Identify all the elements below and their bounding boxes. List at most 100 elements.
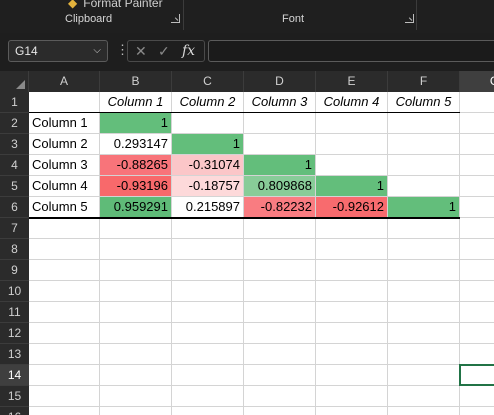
row-header-8[interactable]: 8 [0,239,29,260]
cell-g5[interactable] [460,176,494,197]
column-header-f[interactable]: F [388,71,460,92]
cell-b9[interactable] [100,260,172,281]
cell-e2[interactable] [316,113,388,134]
cell-c15[interactable] [172,386,244,407]
cell-g12[interactable] [460,323,494,344]
column-header-g[interactable]: G [460,71,494,92]
row-header-3[interactable]: 3 [0,134,29,155]
cell-d6[interactable]: -0.82232 [244,197,316,218]
cell-c5[interactable]: -0.18757 [172,176,244,197]
cell-f8[interactable] [388,239,460,260]
cell-g6[interactable] [460,197,494,218]
cell-e5[interactable]: 1 [316,176,388,197]
row-header-11[interactable]: 11 [0,302,29,323]
cell-c9[interactable] [172,260,244,281]
row-header-2[interactable]: 2 [0,113,29,134]
cell-g8[interactable] [460,239,494,260]
select-all-button[interactable] [0,71,29,92]
cell-a13[interactable] [29,344,100,365]
cell-e9[interactable] [316,260,388,281]
cell-a14[interactable] [29,365,100,386]
cell-f3[interactable] [388,134,460,155]
cell-d9[interactable] [244,260,316,281]
cell-b5[interactable]: -0.93196 [100,176,172,197]
cell-b10[interactable] [100,281,172,302]
cell-b16[interactable] [100,407,172,415]
cell-g10[interactable] [460,281,494,302]
row-header-12[interactable]: 12 [0,323,29,344]
column-header-b[interactable]: B [100,71,172,92]
cell-g7[interactable] [460,218,494,239]
cell-c14[interactable] [172,365,244,386]
cell-b15[interactable] [100,386,172,407]
cell-a8[interactable] [29,239,100,260]
cell-d12[interactable] [244,323,316,344]
cell-c10[interactable] [172,281,244,302]
cell-f10[interactable] [388,281,460,302]
cell-b8[interactable] [100,239,172,260]
row-header-15[interactable]: 15 [0,386,29,407]
cell-g15[interactable] [460,386,494,407]
cell-e7[interactable] [316,218,388,239]
cell-g1[interactable] [460,92,494,113]
clipboard-dialog-launcher-icon[interactable] [171,14,180,23]
cell-b13[interactable] [100,344,172,365]
row-header-7[interactable]: 7 [0,218,29,239]
cell-c2[interactable] [172,113,244,134]
cell-a2[interactable]: Column 1 [29,113,100,134]
cell-a5[interactable]: Column 4 [29,176,100,197]
cell-d14[interactable] [244,365,316,386]
cell-d16[interactable] [244,407,316,415]
formula-input[interactable] [208,40,494,62]
cell-b7[interactable] [100,218,172,239]
cell-e3[interactable] [316,134,388,155]
name-box[interactable]: G14 ⌵ [8,40,108,62]
cell-a11[interactable] [29,302,100,323]
cell-c13[interactable] [172,344,244,365]
format-painter-button[interactable]: ◆ Format Painter [68,0,163,10]
cell-d13[interactable] [244,344,316,365]
cell-a3[interactable]: Column 2 [29,134,100,155]
cell-c7[interactable] [172,218,244,239]
row-header-1[interactable]: 1 [0,92,29,113]
cell-f11[interactable] [388,302,460,323]
cell-f9[interactable] [388,260,460,281]
cell-c8[interactable] [172,239,244,260]
cell-g14[interactable] [460,365,494,386]
cell-d2[interactable] [244,113,316,134]
cell-f16[interactable] [388,407,460,415]
cell-f15[interactable] [388,386,460,407]
cell-b6[interactable]: 0.959291 [100,197,172,218]
cell-d15[interactable] [244,386,316,407]
cell-e4[interactable] [316,155,388,176]
cell-d8[interactable] [244,239,316,260]
cell-a4[interactable]: Column 3 [29,155,100,176]
insert-function-icon[interactable]: fx [182,42,195,60]
cell-e6[interactable]: -0.92612 [316,197,388,218]
cell-a10[interactable] [29,281,100,302]
column-header-c[interactable]: C [172,71,244,92]
cell-f12[interactable] [388,323,460,344]
cell-a9[interactable] [29,260,100,281]
row-header-10[interactable]: 10 [0,281,29,302]
cell-a15[interactable] [29,386,100,407]
cell-f6[interactable]: 1 [388,197,460,218]
cell-c11[interactable] [172,302,244,323]
cancel-icon[interactable]: ✕ [135,42,147,60]
cell-g11[interactable] [460,302,494,323]
cell-e14[interactable] [316,365,388,386]
cell-g2[interactable] [460,113,494,134]
worksheet-grid[interactable]: ABCDEFG1Column 1Column 2Column 3Column 4… [0,71,494,415]
cell-b3[interactable]: 0.293147 [100,134,172,155]
cell-f2[interactable] [388,113,460,134]
row-header-14[interactable]: 14 [0,365,29,386]
cell-a16[interactable] [29,407,100,415]
cell-e1[interactable]: Column 4 [316,92,388,113]
cell-d4[interactable]: 1 [244,155,316,176]
column-header-a[interactable]: A [29,71,100,92]
cell-b12[interactable] [100,323,172,344]
cell-e15[interactable] [316,386,388,407]
cell-f5[interactable] [388,176,460,197]
cell-f1[interactable]: Column 5 [388,92,460,113]
cell-g4[interactable] [460,155,494,176]
